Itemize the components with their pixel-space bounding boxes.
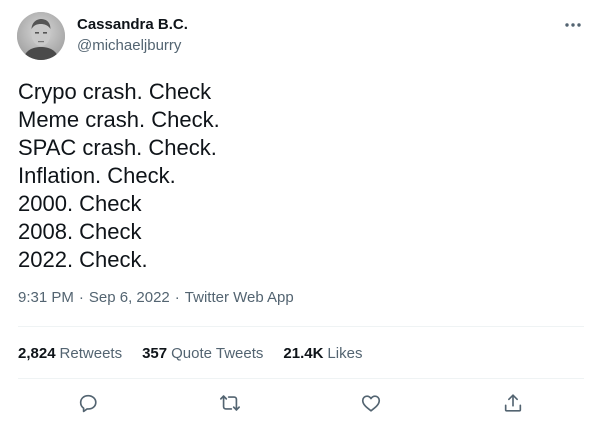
tweet-source[interactable]: Twitter Web App	[185, 289, 294, 306]
divider	[18, 326, 584, 327]
tweet-card: Cassandra B.C. @michaeljburry Crypo cras…	[0, 0, 600, 425]
retweets-count: 2,824	[18, 344, 56, 362]
quote-tweets-stat[interactable]: 357 Quote Tweets	[142, 345, 263, 362]
avatar[interactable]	[17, 12, 65, 60]
avatar-photo	[17, 12, 65, 60]
tweet-line: 2022. Check.	[18, 247, 148, 272]
tweet-line: 2008. Check	[18, 219, 142, 244]
tweet-line: 2000. Check	[18, 191, 142, 216]
divider	[18, 378, 584, 379]
more-horizontal-icon[interactable]	[560, 14, 586, 36]
tweet-line: Meme crash. Check.	[18, 107, 220, 132]
likes-stat[interactable]: 21.4K Likes	[283, 345, 362, 362]
quote-tweets-count: 357	[142, 344, 168, 362]
tweet-time[interactable]: 9:31 PM	[18, 289, 74, 306]
reply-icon[interactable]	[75, 390, 101, 416]
likes-count: 21.4K	[283, 344, 324, 362]
tweet-line: Inflation. Check.	[18, 163, 176, 188]
likes-label: Likes	[327, 344, 363, 362]
tweet-line: Crypo crash. Check	[18, 79, 212, 104]
tweet-line: SPAC crash. Check.	[18, 135, 217, 160]
like-icon[interactable]	[358, 390, 384, 416]
tweet-stats: 2,824 Retweets 357 Quote Tweets 21.4K Li…	[18, 343, 382, 363]
retweets-stat[interactable]: 2,824 Retweets	[18, 345, 122, 362]
quote-tweets-label: Quote Tweets	[171, 344, 264, 362]
action-bar	[0, 388, 600, 418]
tweet-meta: 9:31 PM · Sep 6, 2022 · Twitter Web App	[18, 289, 294, 307]
retweet-icon[interactable]	[217, 390, 243, 416]
share-icon[interactable]	[500, 390, 526, 416]
meta-separator: ·	[78, 289, 84, 306]
tweet-text: Crypo crash. Check Meme crash. Check. SP…	[18, 78, 220, 274]
tweet-date[interactable]: Sep 6, 2022	[89, 289, 170, 306]
handle[interactable]: @michaeljburry	[77, 37, 181, 55]
retweets-label: Retweets	[59, 344, 123, 362]
display-name[interactable]: Cassandra B.C.	[77, 16, 188, 34]
meta-separator: ·	[174, 289, 180, 306]
